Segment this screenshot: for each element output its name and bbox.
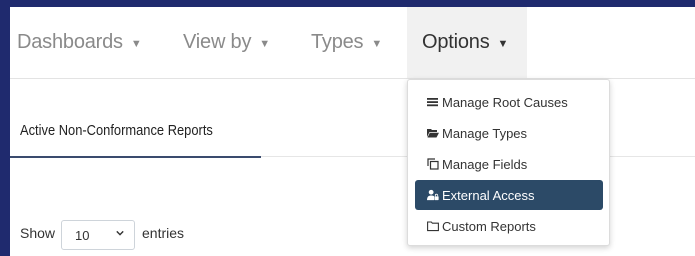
- bars-icon: [427, 96, 439, 108]
- nav-dashboards-label: Dashboards: [17, 31, 123, 53]
- card-title: Active Non-Conformance Reports: [20, 122, 213, 139]
- nav-view-by-label: View by: [183, 31, 252, 53]
- folder-icon: [427, 220, 439, 232]
- top-navbar: Dashboards ▼ View by ▼ Types ▼ Options ▼: [10, 7, 695, 79]
- options-dropdown-menu: Manage Root Causes Manage Types Manage F…: [407, 79, 610, 246]
- nav-view-by[interactable]: View by ▼: [183, 7, 270, 78]
- menu-item-label: Manage Fields: [442, 156, 528, 172]
- nav-options-label: Options: [422, 31, 490, 53]
- folder-open-icon: [427, 127, 439, 139]
- nav-types[interactable]: Types ▼: [311, 7, 382, 78]
- caret-down-icon: ▼: [130, 37, 142, 50]
- entries-label: entries: [142, 225, 185, 241]
- menu-item-external-access[interactable]: External Access: [415, 180, 603, 210]
- menu-item-custom-reports[interactable]: Custom Reports: [415, 211, 603, 241]
- chevron-down-icon: [116, 230, 124, 236]
- menu-item-manage-types[interactable]: Manage Types: [415, 118, 603, 148]
- caret-down-icon: ▼: [259, 37, 270, 50]
- nav-options[interactable]: Options ▼: [407, 7, 527, 78]
- caret-down-icon: ▼: [497, 37, 509, 50]
- entries-select-value: 10: [75, 227, 90, 243]
- menu-item-manage-root-causes[interactable]: Manage Root Causes: [415, 87, 603, 117]
- app-frame: Dashboards ▼ View by ▼ Types ▼ Options ▼…: [10, 7, 695, 256]
- menu-item-label: Manage Types: [442, 125, 528, 141]
- clone-icon: [427, 158, 439, 170]
- entries-select[interactable]: 10: [61, 220, 135, 250]
- user-lock-icon: [427, 189, 439, 201]
- active-tab-underline: [10, 156, 261, 158]
- nav-types-label: Types: [311, 31, 364, 53]
- show-label: Show: [20, 225, 56, 241]
- caret-down-icon: ▼: [371, 37, 383, 50]
- menu-item-label: Manage Root Causes: [442, 94, 568, 110]
- nav-dashboards[interactable]: Dashboards ▼: [17, 7, 142, 78]
- menu-item-label: Custom Reports: [442, 218, 536, 234]
- menu-item-label: External Access: [442, 187, 535, 203]
- menu-item-manage-fields[interactable]: Manage Fields: [415, 149, 603, 179]
